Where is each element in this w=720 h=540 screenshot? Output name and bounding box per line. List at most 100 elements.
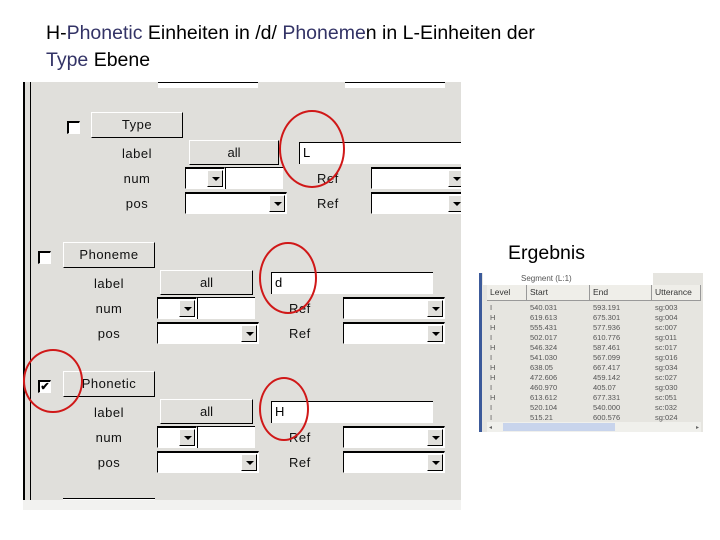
chevron-down-icon[interactable] [207,170,223,187]
table-cell-end: 540.000 [593,403,621,412]
title-text: n in L-Einheiten der [365,22,535,44]
cut-off-combo[interactable] [345,82,445,88]
type-level-button[interactable]: Type [91,112,183,138]
column-header-end[interactable]: End [590,285,652,301]
phoneme-pos-dropdown[interactable] [157,322,259,344]
phonetic-num-caption: num [95,430,123,445]
table-cell-end: 677.331 [593,393,621,402]
chevron-down-icon[interactable] [448,170,461,187]
panel-bottom [23,500,461,510]
type-num-input[interactable] [225,167,283,189]
table-row[interactable]: I 502.017 610.776 sg:011 [487,333,701,343]
chevron-down-icon[interactable] [179,300,195,317]
table-row[interactable]: H 613.612 677.331 sc:051 [487,393,701,403]
panel-border [30,82,31,510]
phonetic-ref-dropdown-1[interactable] [343,426,445,448]
table-cell-level: I [490,353,493,362]
table-cell-utterance: sc:051 [655,393,678,402]
table-cell-start: 638.05 [530,363,553,372]
scrollbar-thumb[interactable] [503,423,615,431]
table-cell-utterance: sc:027 [655,373,678,382]
phoneme-all-button[interactable]: all [160,270,253,295]
chevron-down-icon[interactable] [427,325,443,342]
chevron-down-icon[interactable] [427,300,443,317]
phonetic-ref-dropdown-2[interactable] [343,451,445,473]
type-ref-dropdown-2[interactable] [371,192,461,214]
table-cell-end: 459.142 [593,373,621,382]
table-cell-utterance: sc:032 [655,403,678,412]
table-row[interactable]: H 546.324 587.461 sc:017 [487,343,701,353]
title-text: Ebene [88,49,151,71]
horizontal-scrollbar[interactable]: ◂ ▸ [487,422,701,432]
type-checkbox[interactable] [67,121,80,134]
result-tab[interactable]: Segment (L:1) [483,273,653,285]
phonetic-all-button[interactable]: all [160,399,253,424]
phoneme-ref-dropdown-1[interactable] [343,297,445,319]
chevron-down-icon[interactable] [427,429,443,446]
column-header-start[interactable]: Start [527,285,590,301]
column-header-level[interactable]: Level [487,285,527,301]
table-row[interactable]: H 638.05 667.417 sg:034 [487,363,701,373]
type-label-caption: label [122,146,152,161]
table-cell-level: H [490,363,496,372]
table-row[interactable]: I 541.030 567.099 sg:016 [487,353,701,363]
scroll-right-icon[interactable]: ▸ [696,424,699,431]
chevron-down-icon[interactable] [179,429,195,446]
table-cell-utterance: sg:034 [655,363,678,372]
column-header-utterance[interactable]: Utterance [652,285,701,301]
table-cell-end: 587.461 [593,343,621,352]
type-ref-caption-2: Ref [317,196,339,211]
type-all-button[interactable]: all [189,140,279,165]
phonetic-ref-caption-2: Ref [289,455,311,470]
table-cell-level: I [490,403,493,412]
table-row[interactable]: H 555.431 577.936 sc:007 [487,323,701,333]
phoneme-num-operator-dropdown[interactable] [157,297,197,319]
annotation-circle-phoneme-label [259,242,317,314]
annotation-circle-phonetic-checkbox [23,349,83,413]
phoneme-pos-caption: pos [97,326,121,341]
table-cell-level: I [490,383,493,392]
table-cell-utterance: sg:004 [655,313,678,322]
table-cell-end: 610.776 [593,333,621,342]
phoneme-level-button[interactable]: Phoneme [63,242,155,268]
phoneme-num-input[interactable] [197,297,255,319]
table-cell-start: 541.030 [530,353,558,362]
chevron-down-icon[interactable] [241,325,257,342]
table-row[interactable]: I 460.970 405.07 sg:030 [487,383,701,393]
title-line-2: Type Ebene [46,47,696,74]
type-num-operator-dropdown[interactable] [185,167,225,189]
table-cell-start: 460.970 [530,383,558,392]
title-line-1: H-Phonetic Einheiten in /d/ Phonemen in … [46,20,696,47]
title-highlight-text: Phoneme [282,22,366,44]
type-pos-dropdown[interactable] [185,192,287,214]
table-body: I 540.031 593.191 sg:003 H 619.613 675.301 sg:0… [487,303,701,432]
type-ref-dropdown-1[interactable] [371,167,461,189]
table-cell-start: 502.017 [530,333,558,342]
scroll-left-icon[interactable]: ◂ [489,424,492,431]
table-cell-end: 593.191 [593,303,621,312]
table-cell-level: H [490,373,496,382]
table-row[interactable]: H 619.613 675.301 sg:004 [487,313,701,323]
phonetic-num-operator-dropdown[interactable] [157,426,197,448]
type-pos-caption: pos [125,196,149,211]
phonetic-num-input[interactable] [197,426,255,448]
chevron-down-icon[interactable] [241,454,257,471]
phoneme-ref-dropdown-2[interactable] [343,322,445,344]
chevron-down-icon[interactable] [448,195,461,212]
result-table-window: Segment (L:1) Level Start End Utterance … [479,273,703,432]
chevron-down-icon[interactable] [427,454,443,471]
table-cell-utterance: sg:016 [655,353,678,362]
table-cell-level: H [490,393,496,402]
phonetic-pos-dropdown[interactable] [157,451,259,473]
phoneme-checkbox[interactable] [38,251,51,264]
table-row[interactable]: H 472.606 459.142 sc:027 [487,373,701,383]
cut-off-combo[interactable] [158,82,258,88]
chevron-down-icon[interactable] [269,195,285,212]
table-row[interactable]: I 540.031 593.191 sg:003 [487,303,701,313]
phoneme-ref-caption-2: Ref [289,326,311,341]
table-cell-utterance: sc:007 [655,323,678,332]
table-cell-start: 520.104 [530,403,558,412]
query-panel: Type label all L num Ref pos Ref Phoneme… [23,82,461,510]
type-num-caption: num [123,171,151,186]
table-row[interactable]: I 520.104 540.000 sc:032 [487,403,701,413]
